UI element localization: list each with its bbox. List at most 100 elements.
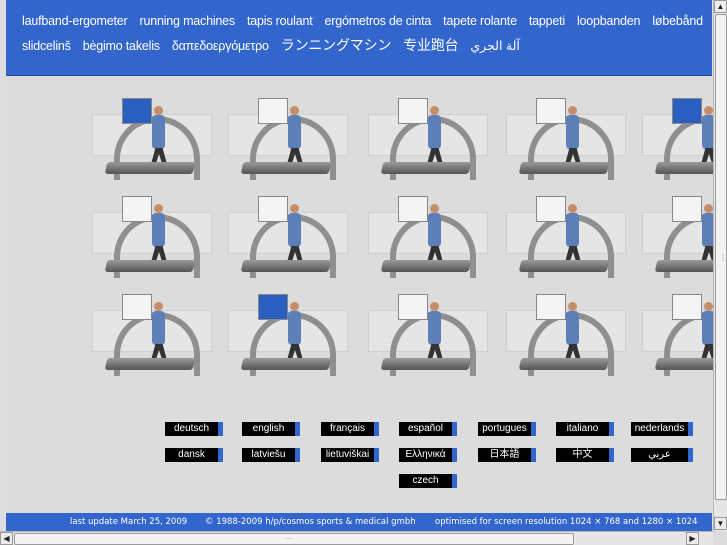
language-button[interactable]: deutsch (165, 422, 223, 436)
treadmill-deck (518, 358, 610, 370)
language-button[interactable]: english (242, 422, 300, 436)
treadmill-thumbnail[interactable] (228, 192, 348, 278)
scroll-left-icon[interactable]: ◀ (0, 532, 13, 545)
translation-link[interactable]: ergómetros de cinta (324, 14, 431, 28)
copyright-text: © 1988-2009 h/p/cosmos sports & medical … (205, 517, 416, 527)
translation-link[interactable]: 专业跑台 (403, 37, 458, 53)
language-button[interactable]: czech (399, 474, 457, 488)
scroll-up-icon[interactable]: ▲ (714, 0, 727, 13)
runner-body (702, 311, 713, 345)
runner-head (430, 302, 439, 311)
treadmill-deck (240, 162, 332, 174)
scroll-right-icon[interactable]: ▶ (686, 532, 699, 545)
monitor-icon (122, 98, 152, 124)
scroll-down-icon[interactable]: ▼ (714, 517, 727, 530)
runner-body (152, 213, 165, 247)
vertical-scroll-thumb[interactable]: ⋮ (715, 14, 727, 500)
monitor-icon (536, 294, 566, 320)
treadmill-thumbnail[interactable] (92, 290, 212, 376)
runner-body (428, 213, 441, 247)
language-button[interactable]: nederlands (631, 422, 693, 436)
main-content: deutsch english français español portugues it… (6, 76, 713, 513)
monitor-icon (258, 196, 288, 222)
language-button[interactable]: español (399, 422, 457, 436)
language-button[interactable]: 日本語 (478, 448, 536, 462)
runner-head (568, 302, 577, 311)
treadmill-thumbnail[interactable] (642, 94, 713, 180)
treadmill-thumbnail[interactable] (368, 94, 488, 180)
translation-link[interactable]: tapis roulant (247, 14, 313, 28)
treadmill-thumbnail[interactable] (506, 94, 626, 180)
translation-link[interactable]: آلة الجري (470, 39, 520, 53)
treadmill-thumbnail[interactable] (506, 290, 626, 376)
scrollbar-corner (713, 531, 727, 545)
runner-head (154, 106, 163, 115)
monitor-icon (398, 294, 428, 320)
treadmill-deck (240, 260, 332, 272)
translation-link[interactable]: running machines (140, 14, 236, 28)
language-button[interactable]: عربي (631, 448, 693, 462)
treadmill-thumbnail[interactable] (642, 290, 713, 376)
language-button[interactable]: portugues (478, 422, 536, 436)
language-button[interactable]: italiano (556, 422, 614, 436)
monitor-icon (536, 196, 566, 222)
treadmill-thumbnail[interactable] (642, 192, 713, 278)
runner-body (288, 311, 301, 345)
translation-link[interactable]: ランニングマシン (281, 37, 392, 53)
translation-link[interactable]: tapete rolante (443, 14, 517, 28)
treadmill-thumbnail[interactable] (368, 290, 488, 376)
language-button[interactable]: 中文 (556, 448, 614, 462)
monitor-icon (536, 98, 566, 124)
treadmill-deck (380, 260, 472, 272)
browser-viewport: laufband-ergometer running machines tapis … (0, 0, 713, 531)
treadmill-thumbnail[interactable] (228, 290, 348, 376)
translation-link[interactable]: loopbanden (577, 14, 641, 28)
translation-link[interactable]: δαπεδοεργόμετρο (172, 39, 269, 53)
treadmill-deck (380, 162, 472, 174)
runner-head (290, 302, 299, 311)
language-button[interactable]: latviešu (242, 448, 300, 462)
translation-link[interactable]: bėgimo takelis (83, 39, 160, 53)
translation-link[interactable]: løbebånd (652, 14, 703, 28)
site-header: laufband-ergometer running machines tapis … (6, 0, 712, 76)
site-footer: last update March 25, 2009 © 1988-2009 h… (6, 513, 712, 531)
monitor-icon (672, 98, 702, 124)
treadmill-thumbnail[interactable] (506, 192, 626, 278)
vertical-grip-icon: ⋮ (719, 253, 727, 262)
language-button[interactable]: dansk (165, 448, 223, 462)
runner-head (430, 106, 439, 115)
translation-links-row-1: laufband-ergometer running machines tapis … (22, 12, 713, 30)
horizontal-scroll-thumb[interactable]: ⋯ (14, 533, 574, 545)
vertical-scrollbar[interactable]: ▲ ⋮ ▼ (713, 0, 727, 531)
runner-body (152, 311, 165, 345)
runner-body (566, 311, 579, 345)
translation-link[interactable]: tappeti (529, 14, 565, 28)
treadmill-deck (104, 358, 196, 370)
runner-body (152, 115, 165, 149)
horizontal-scrollbar[interactable]: ◀ ⋯ ▶ (0, 531, 713, 545)
runner-body (288, 115, 301, 149)
treadmill-thumbnail[interactable] (92, 94, 212, 180)
runner-body (702, 213, 713, 247)
monitor-icon (672, 294, 702, 320)
treadmill-thumbnail[interactable] (368, 192, 488, 278)
language-button[interactable]: lietuviškai (321, 448, 379, 462)
translation-link[interactable]: laufband-ergometer (22, 14, 128, 28)
language-button[interactable]: Ελληνικά (399, 448, 457, 462)
runner-head (290, 204, 299, 213)
horizontal-grip-icon: ⋯ (285, 534, 293, 543)
runner-body (428, 115, 441, 149)
treadmill-deck (104, 260, 196, 272)
runner-body (702, 115, 713, 149)
translation-link[interactable]: slidcelinš (22, 39, 71, 53)
monitor-icon (672, 196, 702, 222)
treadmill-thumbnail[interactable] (228, 94, 348, 180)
runner-body (566, 115, 579, 149)
monitor-icon (398, 196, 428, 222)
runner-head (704, 302, 713, 311)
monitor-icon (398, 98, 428, 124)
language-button[interactable]: français (321, 422, 379, 436)
treadmill-thumbnail[interactable] (92, 192, 212, 278)
last-update-text: last update March 25, 2009 (70, 517, 188, 527)
treadmill-deck (518, 260, 610, 272)
